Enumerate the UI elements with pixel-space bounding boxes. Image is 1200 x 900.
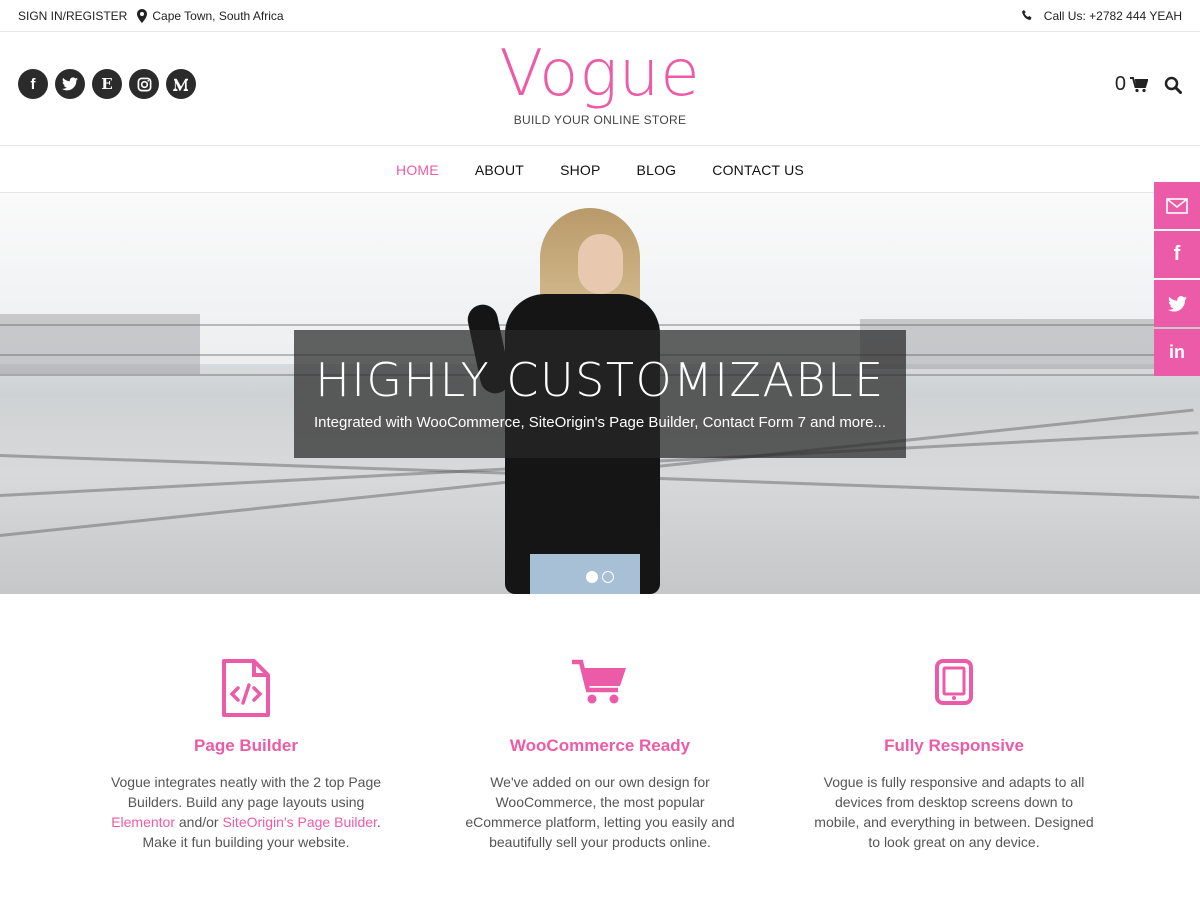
feature-text: Vogue integrates neatly with the 2 top P… — [66, 772, 426, 852]
feature-title: Page Builder — [194, 736, 298, 755]
feature-fully-responsive: Fully Responsive Vogue is fully responsi… — [774, 594, 1134, 852]
feature-title: WooCommerce Ready — [509, 736, 691, 755]
top-bar: SIGN IN/REGISTER Cape Town, South Africa… — [0, 0, 1200, 32]
nav-home[interactable]: HOME — [378, 162, 457, 178]
slider-dot-2[interactable] — [602, 571, 614, 583]
hero-title: HIGHLY CUSTOMIZABLE — [315, 353, 885, 407]
facebook-icon[interactable]: f — [1154, 231, 1200, 278]
hero-slider[interactable]: HIGHLY CUSTOMIZABLE Integrated with WooC… — [0, 194, 1200, 594]
location-text: Cape Town, South Africa — [152, 8, 284, 23]
main-nav: HOME ABOUT SHOP BLOG CONTACT US — [0, 147, 1200, 193]
etsy-icon[interactable]: E — [92, 69, 122, 99]
feature-page-builder: Page Builder Vogue integrates neatly wit… — [66, 594, 426, 852]
feature-text-part: and/or — [175, 814, 223, 830]
header-actions: 0 — [1115, 73, 1182, 96]
phone-icon — [1021, 9, 1032, 20]
tablet-icon — [774, 658, 1134, 718]
top-bar-right: Call Us: +2782 444 YEAH — [1021, 9, 1182, 23]
cart-button[interactable]: 0 — [1115, 73, 1148, 96]
features-section: Page Builder Vogue integrates neatly wit… — [0, 594, 1200, 900]
hero-caption: HIGHLY CUSTOMIZABLE Integrated with WooC… — [294, 330, 906, 458]
feature-text-part: Vogue integrates neatly with the 2 top P… — [110, 774, 382, 810]
elementor-link[interactable]: Elementor — [111, 814, 175, 830]
social-links: f E — [18, 69, 196, 99]
facebook-icon[interactable]: f — [18, 69, 48, 99]
signin-register-link[interactable]: SIGN IN/REGISTER — [18, 9, 127, 23]
feature-text: We've added on our own design for WooCom… — [465, 774, 735, 850]
nav-about[interactable]: ABOUT — [457, 162, 542, 178]
code-file-icon — [66, 658, 426, 718]
nav-shop[interactable]: SHOP — [542, 162, 618, 178]
map-pin-icon — [137, 8, 148, 23]
hero-building-left — [0, 314, 200, 374]
hero-model-face — [578, 234, 623, 294]
top-bar-left: SIGN IN/REGISTER Cape Town, South Africa — [18, 8, 284, 23]
email-icon[interactable] — [1154, 182, 1200, 229]
instagram-icon[interactable] — [129, 69, 159, 99]
search-icon[interactable] — [1164, 76, 1182, 94]
cart-icon — [1130, 76, 1148, 92]
nav-contact-us[interactable]: CONTACT US — [694, 162, 822, 178]
slider-dot-1[interactable] — [586, 571, 598, 583]
nav-blog[interactable]: BLOG — [619, 162, 695, 178]
site-header: Vogue BUILD YOUR ONLINE STORE f E 0 — [0, 33, 1200, 146]
side-share-bar: f in — [1154, 182, 1200, 376]
location: Cape Town, South Africa — [137, 8, 284, 23]
cart-count: 0 — [1114, 73, 1126, 95]
feature-text: Vogue is fully responsive and adapts to … — [814, 774, 1094, 850]
twitter-icon[interactable] — [1154, 280, 1200, 327]
hero-model-jeans — [530, 554, 640, 594]
linkedin-icon[interactable]: in — [1154, 329, 1200, 376]
slider-dots — [586, 571, 614, 583]
siteorigin-page-builder-link[interactable]: SiteOrigin's Page Builder — [222, 814, 376, 830]
twitter-icon[interactable] — [55, 69, 85, 99]
phone-text: Call Us: +2782 444 YEAH — [1043, 8, 1182, 23]
site-tagline: BUILD YOUR ONLINE STORE — [513, 113, 687, 127]
shopping-cart-icon — [420, 658, 780, 718]
feature-woocommerce-ready: WooCommerce Ready We've added on our own… — [420, 594, 780, 852]
feature-title: Fully Responsive — [884, 736, 1024, 755]
hero-building-right — [860, 319, 1200, 369]
hero-subtitle: Integrated with WooCommerce, SiteOrigin'… — [313, 414, 886, 431]
medium-icon[interactable] — [166, 69, 196, 99]
